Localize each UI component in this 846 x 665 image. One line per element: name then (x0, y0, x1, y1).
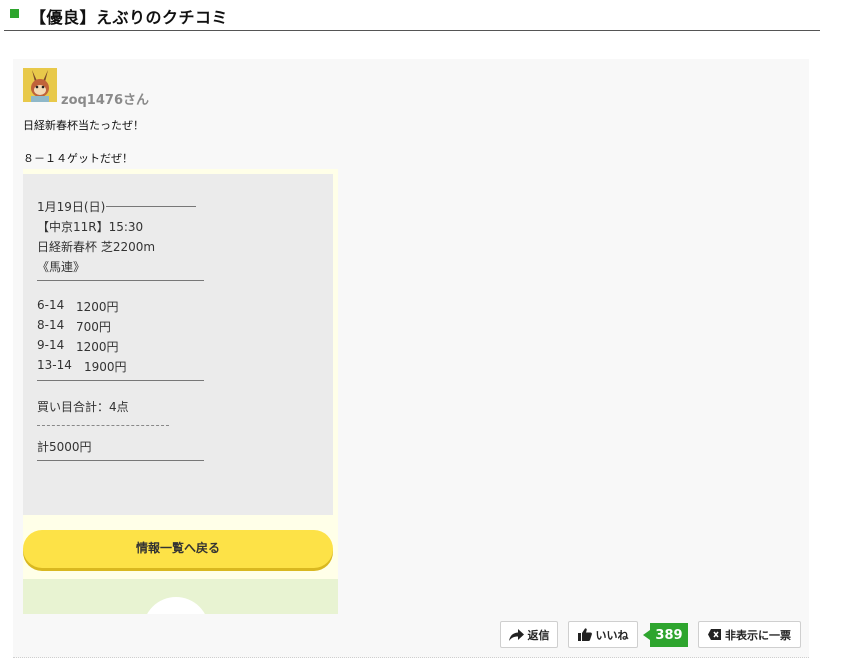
like-button[interactable]: いいね (568, 621, 638, 648)
bet-row: 8-14 700円 (37, 318, 111, 334)
bet-row: 9-14 1200円 (37, 338, 119, 354)
username[interactable]: zoq1476さん (61, 89, 149, 108)
like-label: いいね (595, 628, 629, 642)
bet-ticket: 1月19日(日) 【中京11R】15:30 日経新春杯 芝2200m 《馬連》 … (23, 174, 333, 515)
section-marker-icon (10, 9, 19, 18)
reply-button[interactable]: 返信 (500, 621, 558, 648)
bet-row: 13-14 1900円 (37, 358, 127, 374)
ticket-race: 【中京11R】15:30 (37, 220, 144, 234)
divider (37, 460, 204, 461)
comment-text: 日経新春杯当たったぜ！ (23, 119, 144, 132)
divider (37, 280, 204, 281)
bet-row: 6-14 1200円 (37, 298, 119, 314)
ticket-total-amount: 計5000円 (37, 440, 92, 454)
divider (13, 657, 809, 658)
review-actions: 返信 いいね 389 非表示に一票 (13, 621, 809, 648)
ticket-bet-type: 《馬連》 (37, 260, 86, 274)
circle-graphic (143, 597, 209, 614)
avatar[interactable] (23, 68, 57, 102)
back-to-list-button[interactable]: 情報一覧へ戻る (23, 530, 333, 568)
comment-text: ８－１４ゲットだぜ！ (23, 152, 133, 165)
divider (37, 380, 204, 381)
hide-vote-label: 非表示に一票 (725, 628, 791, 642)
hide-x-icon (708, 629, 721, 640)
ticket-race-name: 日経新春杯 芝2200m (37, 240, 156, 254)
attached-screenshot[interactable]: 1月19日(日) 【中京11R】15:30 日経新春杯 芝2200m 《馬連》 … (23, 169, 338, 614)
divider (106, 206, 196, 207)
footer-banner (23, 579, 338, 614)
review-card: zoq1476さん 日経新春杯当たったぜ！ ８－１４ゲットだぜ！ 1月19日(日… (13, 59, 809, 658)
like-count-badge: 389 (643, 623, 688, 647)
ticket-total-points: 買い目合計：4点 (37, 400, 129, 414)
reply-arrow-icon (508, 628, 524, 641)
thumbs-up-icon (577, 628, 592, 641)
reply-label: 返信 (527, 628, 550, 642)
ticket-date: 1月19日(日) (37, 200, 106, 214)
section-title: 【優良】えぶりのクチコミ (30, 8, 229, 27)
dashed-divider (37, 425, 169, 426)
character-avatar-icon (23, 68, 57, 102)
hide-vote-button[interactable]: 非表示に一票 (698, 621, 801, 648)
section-header: 【優良】えぶりのクチコミ (4, 0, 820, 31)
